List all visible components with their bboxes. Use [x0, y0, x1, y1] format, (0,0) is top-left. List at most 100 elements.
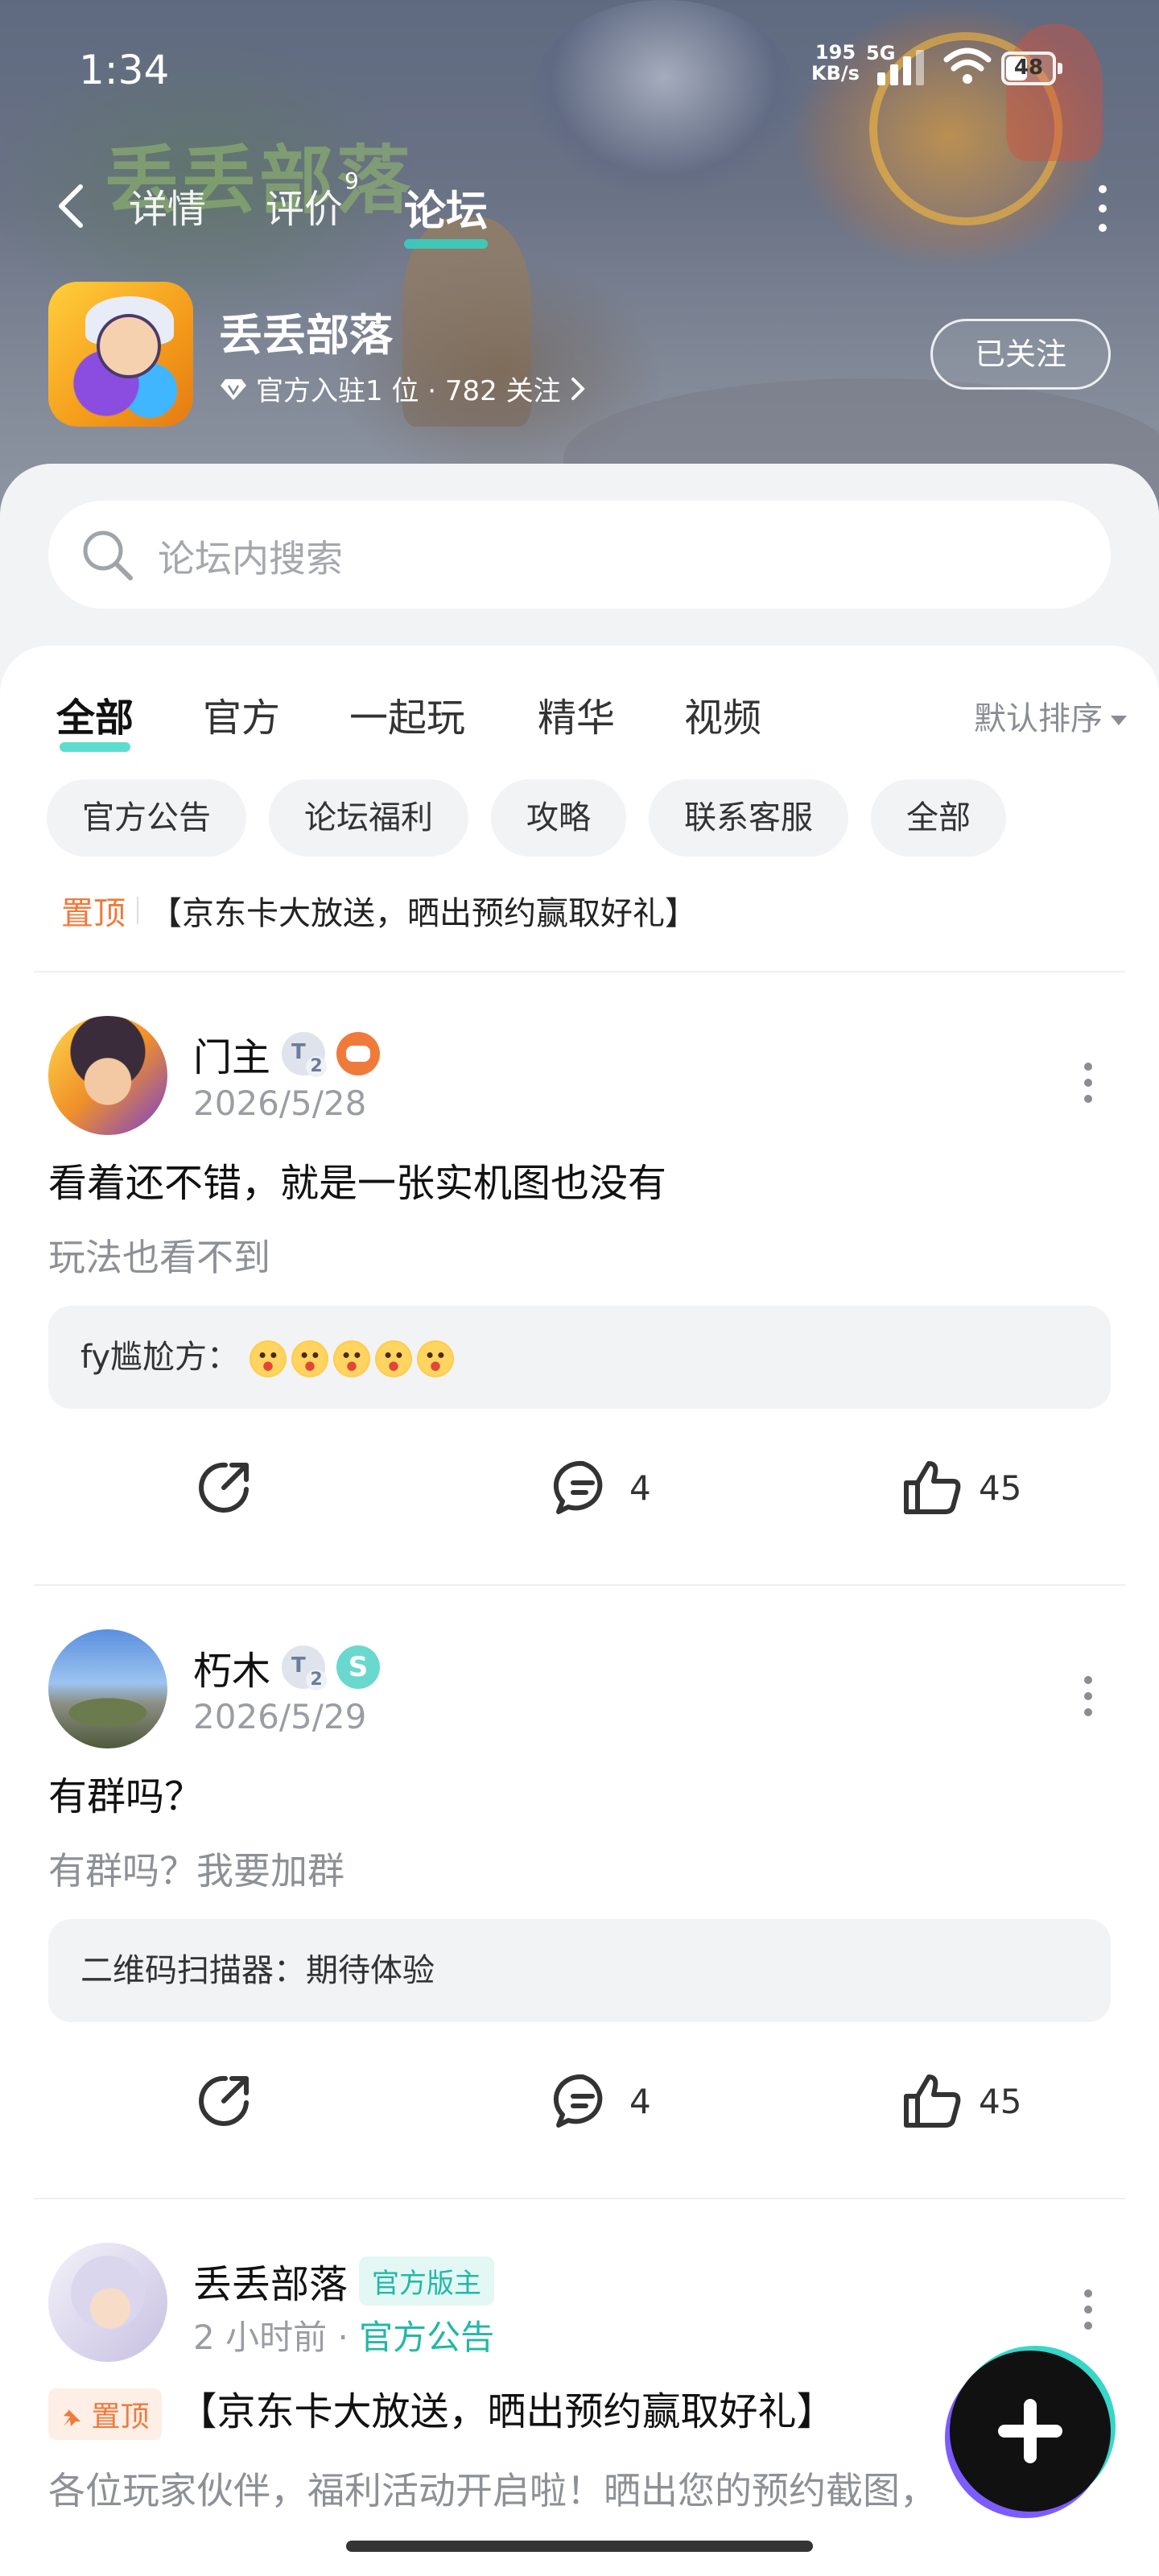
post-author: 朽木 T2 S: [193, 1639, 381, 1695]
create-post-button[interactable]: [950, 2351, 1111, 2512]
top-comment-preview[interactable]: 二维码扫描器：期待体验: [48, 1919, 1111, 2022]
chip-all[interactable]: 全部: [871, 779, 1006, 857]
filter-tab-all-label: 全部: [56, 696, 134, 741]
tab-reviews[interactable]: 评价: [266, 177, 343, 233]
more-options-icon[interactable]: [1095, 185, 1111, 233]
post-actions: 4 45: [0, 2053, 1159, 2149]
comment-text: 二维码扫描器：期待体验: [80, 1952, 435, 1989]
author-name: 门主: [193, 1035, 271, 1080]
avatar[interactable]: [48, 1016, 167, 1135]
post-body: 有群吗？我要加群: [48, 1849, 344, 1893]
pinned-tag: 置顶: [61, 895, 126, 932]
post-body: 玩法也看不到: [48, 1236, 270, 1279]
tab-forum-label: 论坛: [404, 188, 489, 236]
top-nav: 详情 评价 9 论坛: [0, 161, 1159, 250]
author-name: 丢丢部落: [193, 2262, 349, 2307]
home-indicator: [346, 2541, 813, 2552]
shy-emoji-icon: [332, 1340, 370, 1377]
post-category-link[interactable]: 官方公告: [359, 2318, 494, 2357]
shy-emoji-icon: [416, 1340, 454, 1377]
comment-icon: [553, 1460, 603, 1514]
comment-count: 4: [629, 1468, 651, 1508]
battery-level: 48: [1013, 56, 1044, 80]
like-button[interactable]: 45: [901, 1457, 1021, 1518]
share-icon: [199, 2075, 249, 2126]
diamond-icon: [221, 378, 246, 400]
filter-tab-official[interactable]: 官方: [203, 686, 280, 742]
pinned-separator: [137, 897, 138, 924]
post-more-icon[interactable]: [1082, 1676, 1095, 1716]
top-comment-preview[interactable]: fy尴尬方：: [48, 1306, 1111, 1409]
avatar[interactable]: [48, 2243, 167, 2362]
share-icon: [199, 1462, 249, 1513]
author-name: 朽木: [193, 1649, 271, 1694]
post-author: 丢丢部落 官方版主: [193, 2252, 495, 2309]
game-icon[interactable]: [48, 282, 193, 427]
like-count: 45: [979, 2081, 1022, 2121]
like-button[interactable]: 45: [901, 2070, 1021, 2132]
post-title-text: 【京东卡大放送，晒出预约赢取好礼】: [178, 2389, 835, 2434]
pinned-text: 【京东卡大放送，晒出预约赢取好礼】: [150, 895, 697, 932]
game-name: 丢丢部落: [219, 310, 393, 361]
back-arrow-icon[interactable]: [50, 182, 98, 230]
chevron-right-icon: [571, 377, 585, 400]
share-button[interactable]: [193, 1457, 254, 1518]
shy-emoji-icon: [249, 1340, 287, 1377]
review-count-badge: 9: [344, 167, 359, 194]
post-author: 门主 T2: [193, 1026, 381, 1082]
category-chips: 官方公告 论坛福利 攻略 联系客服 全部: [47, 779, 1006, 857]
official-moderator-badge: 官方版主: [359, 2256, 495, 2306]
post-body: 各位玩家伙伴，福利活动开启啦！晒出您的预约截图，: [48, 2469, 937, 2512]
chip-contact-support[interactable]: 联系客服: [649, 779, 848, 857]
search-icon: [83, 530, 133, 580]
post-card[interactable]: 门主 T2 2026/5/28 看着还不错，就是一张实机图也没有 玩法也看不到 …: [0, 972, 1159, 1584]
search-input[interactable]: 论坛内搜索: [48, 501, 1111, 609]
post-actions: 4 45: [0, 1439, 1159, 1536]
net-speed-unit: KB/s: [811, 62, 860, 85]
status-time: 1:34: [79, 47, 170, 93]
net-speed-value: 195: [815, 41, 856, 64]
post-more-icon[interactable]: [1082, 2289, 1095, 2330]
comment-count: 4: [629, 2081, 651, 2121]
wifi-icon: [943, 47, 992, 84]
thumbs-up-icon: [904, 1461, 961, 1514]
share-button[interactable]: [193, 2070, 254, 2132]
chip-official-notice[interactable]: 官方公告: [47, 779, 246, 857]
chip-forum-welfare[interactable]: 论坛福利: [269, 779, 468, 857]
net-speed: 195 KB/s: [811, 42, 860, 84]
filter-tab-featured[interactable]: 精华: [538, 686, 615, 742]
signal-icon: [877, 50, 924, 85]
post-more-icon[interactable]: [1082, 1063, 1095, 1103]
post-card[interactable]: 朽木 T2 S 2026/5/29 有群吗？ 有群吗？我要加群 二维码扫描器：期…: [0, 1586, 1159, 2198]
chip-guide[interactable]: 攻略: [491, 779, 626, 857]
post-date: 2 小时前 · 官方公告: [193, 2310, 494, 2359]
level-value: 2: [306, 1670, 328, 1690]
pinned-badge-label: 置顶: [91, 2401, 150, 2434]
comment-icon: [553, 2074, 603, 2128]
filter-tab-all[interactable]: 全部: [56, 686, 134, 752]
comment-button[interactable]: 4: [552, 1457, 651, 1518]
level-value: 2: [306, 1056, 328, 1077]
pinned-badge: 置顶: [48, 2388, 163, 2440]
pinned-announcement[interactable]: 置顶 【京东卡大放送，晒出预约赢取好礼】: [61, 887, 697, 934]
forum-sheet: 论坛内搜索 全部 官方 一起玩 精华 视频 默认排序 官方公告 论坛福利 攻略 …: [0, 464, 1159, 2576]
game-meta-text: 官方入驻1 位 · 782 关注: [256, 375, 561, 407]
sort-dropdown[interactable]: 默认排序: [974, 692, 1127, 739]
filter-tabs: 全部 官方 一起玩 精华 视频 默认排序: [0, 678, 1159, 752]
post-time: 2 小时前: [193, 2318, 328, 2357]
comment-button[interactable]: 4: [552, 2070, 651, 2132]
filter-tab-play-together[interactable]: 一起玩: [349, 686, 465, 742]
game-meta[interactable]: 官方入驻1 位 · 782 关注: [219, 369, 587, 408]
post-date: 2026/5/29: [193, 1697, 367, 1736]
thumbs-up-icon: [904, 2074, 961, 2128]
pin-icon: [64, 2409, 80, 2426]
battery-icon: 48: [1001, 52, 1062, 85]
shy-emoji-icon: [291, 1340, 328, 1377]
tab-details[interactable]: 详情: [129, 177, 206, 233]
forum-content: 全部 官方 一起玩 精华 视频 默认排序 官方公告 论坛福利 攻略 联系客服 全…: [0, 646, 1159, 2576]
filter-tab-video[interactable]: 视频: [684, 686, 761, 742]
post-date: 2026/5/28: [193, 1084, 367, 1123]
follow-button[interactable]: 已关注: [930, 319, 1111, 390]
tab-forum[interactable]: 论坛: [404, 177, 489, 249]
avatar[interactable]: [48, 1629, 167, 1748]
